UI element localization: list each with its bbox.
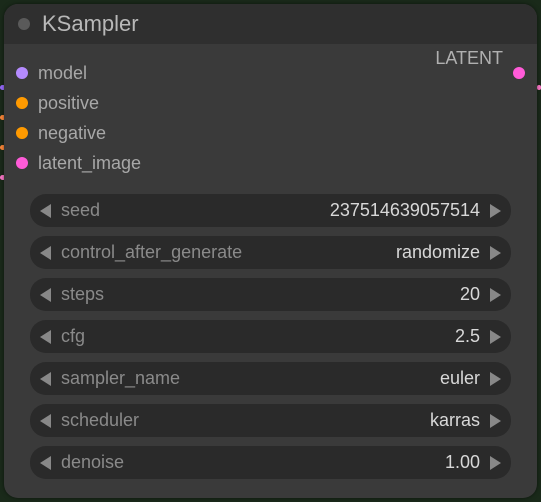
- arrow-left-icon[interactable]: [40, 204, 51, 218]
- arrow-left-icon[interactable]: [40, 456, 51, 470]
- param-value[interactable]: karras: [430, 410, 480, 431]
- node-header[interactable]: KSampler: [4, 4, 537, 44]
- node-title: KSampler: [42, 11, 139, 37]
- input-positive-row[interactable]: positive: [4, 88, 537, 118]
- param-sampler-name[interactable]: sampler_name euler: [30, 362, 511, 395]
- port-dot-icon[interactable]: [16, 97, 28, 109]
- input-positive-label: positive: [38, 93, 99, 114]
- arrow-right-icon[interactable]: [490, 414, 501, 428]
- arrow-right-icon[interactable]: [490, 204, 501, 218]
- param-value[interactable]: randomize: [396, 242, 480, 263]
- ksampler-node[interactable]: KSampler LATENT model positive negative …: [4, 4, 537, 498]
- arrow-left-icon[interactable]: [40, 372, 51, 386]
- input-latent-image-row[interactable]: latent_image: [4, 148, 537, 178]
- param-denoise[interactable]: denoise 1.00: [30, 446, 511, 479]
- arrow-right-icon[interactable]: [490, 372, 501, 386]
- param-label: scheduler: [61, 410, 139, 431]
- param-value[interactable]: 1.00: [445, 452, 480, 473]
- param-control-after-generate[interactable]: control_after_generate randomize: [30, 236, 511, 269]
- arrow-left-icon[interactable]: [40, 330, 51, 344]
- param-label: steps: [61, 284, 104, 305]
- input-model-label: model: [38, 63, 87, 84]
- arrow-right-icon[interactable]: [490, 288, 501, 302]
- arrow-right-icon[interactable]: [490, 246, 501, 260]
- port-dot-icon[interactable]: [16, 157, 28, 169]
- port-dot-icon[interactable]: [16, 67, 28, 79]
- arrow-left-icon[interactable]: [40, 414, 51, 428]
- param-label: control_after_generate: [61, 242, 242, 263]
- param-value[interactable]: 20: [460, 284, 480, 305]
- param-value[interactable]: 2.5: [455, 326, 480, 347]
- param-scheduler[interactable]: scheduler karras: [30, 404, 511, 437]
- param-label: sampler_name: [61, 368, 180, 389]
- wire-output: [537, 85, 541, 90]
- arrow-left-icon[interactable]: [40, 288, 51, 302]
- param-label: seed: [61, 200, 100, 221]
- arrow-right-icon[interactable]: [490, 456, 501, 470]
- param-seed[interactable]: seed 237514639057514: [30, 194, 511, 227]
- port-dot-icon[interactable]: [16, 127, 28, 139]
- port-dot-icon[interactable]: [513, 67, 525, 79]
- input-negative-label: negative: [38, 123, 106, 144]
- param-value[interactable]: euler: [440, 368, 480, 389]
- param-cfg[interactable]: cfg 2.5: [30, 320, 511, 353]
- input-latent-image-label: latent_image: [38, 153, 141, 174]
- param-label: denoise: [61, 452, 124, 473]
- arrow-right-icon[interactable]: [490, 330, 501, 344]
- ports-section: LATENT model positive negative latent_im…: [4, 44, 537, 188]
- param-value[interactable]: 237514639057514: [330, 200, 480, 221]
- params-section: seed 237514639057514 control_after_gener…: [4, 188, 537, 485]
- param-steps[interactable]: steps 20: [30, 278, 511, 311]
- input-negative-row[interactable]: negative: [4, 118, 537, 148]
- param-label: cfg: [61, 326, 85, 347]
- arrow-left-icon[interactable]: [40, 246, 51, 260]
- input-model-row[interactable]: model: [4, 58, 537, 88]
- collapse-dot-icon[interactable]: [18, 18, 30, 30]
